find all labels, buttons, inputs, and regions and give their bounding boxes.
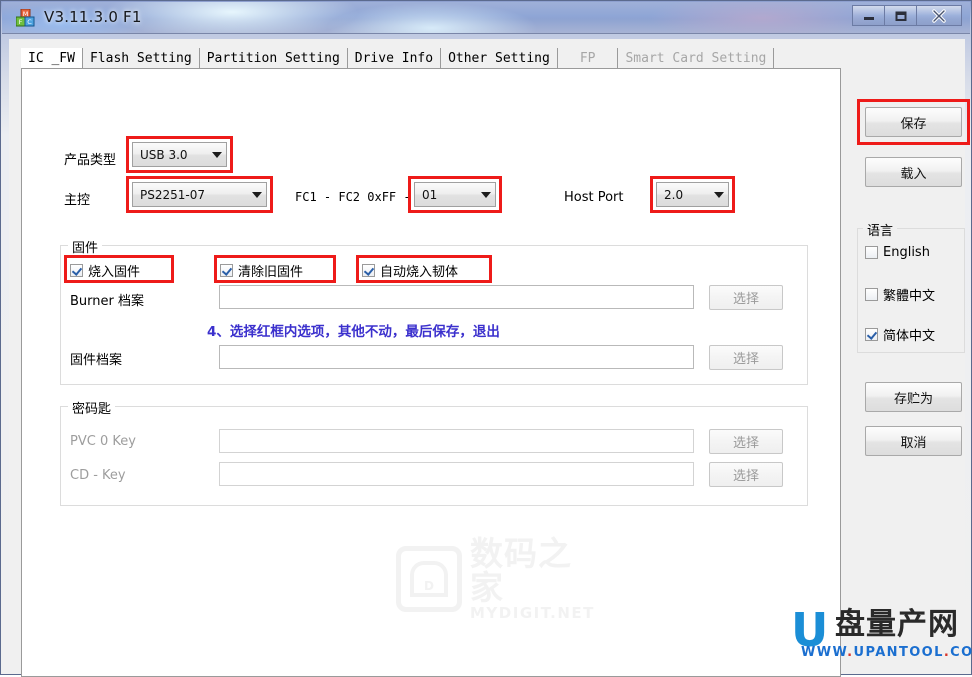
burner-file-input[interactable] xyxy=(219,285,694,309)
tab-flash-setting[interactable]: Flash Setting xyxy=(82,48,200,69)
title-bar: M F C V3.11.3.0 F1 xyxy=(2,2,970,34)
product-type-value: USB 3.0 xyxy=(140,147,188,162)
checkbox-erase-old-firmware[interactable]: 清除旧固件 xyxy=(220,261,303,280)
burner-file-browse-button[interactable]: 选择 xyxy=(709,285,783,310)
firmware-file-browse-button[interactable]: 选择 xyxy=(709,345,783,370)
product-type-combo[interactable]: USB 3.0 xyxy=(132,142,227,167)
checkbox-auto-burn-firmware-label: 自动烧入韧体 xyxy=(380,265,459,280)
checkbox-auto-burn-firmware[interactable]: 自动烧入韧体 xyxy=(362,261,458,280)
maximize-icon xyxy=(895,11,906,21)
tab-strip: IC _FW Flash Setting Partition Setting D… xyxy=(21,47,853,69)
cancel-button[interactable]: 取消 xyxy=(865,426,962,456)
tab-drive-info[interactable]: Drive Info xyxy=(347,48,442,69)
host-port-value: 2.0 xyxy=(664,187,684,202)
password-group-title: 密码匙 xyxy=(68,398,116,417)
close-button[interactable] xyxy=(916,5,962,26)
language-checkbox-simplified-chinese[interactable]: 简体中文 xyxy=(865,325,935,344)
checkbox-auto-burn-firmware-box xyxy=(362,264,375,277)
pvc-key-input xyxy=(219,429,694,453)
cd-key-browse-button: 选择 xyxy=(709,462,783,487)
cd-key-input xyxy=(219,462,694,486)
language-checkbox-traditional-chinese[interactable]: 繁體中文 xyxy=(865,285,935,304)
maximize-button[interactable] xyxy=(884,5,917,26)
tab-partition-setting[interactable]: Partition Setting xyxy=(199,48,348,69)
language-group-title: 语言 xyxy=(863,220,898,239)
save-button[interactable]: 保存 xyxy=(865,107,962,137)
instruction-note: 4、选择红框内选项，其他不动，最后保存，退出 xyxy=(207,324,500,340)
fc-value: 01 xyxy=(422,187,438,202)
burner-file-label: Burner 档案 xyxy=(70,294,144,309)
language-checkbox-english-label: English xyxy=(883,245,930,260)
language-checkbox-traditional-chinese-box xyxy=(865,288,878,301)
tab-fp: FP xyxy=(557,48,619,69)
svg-text:F: F xyxy=(19,18,23,26)
save-as-button[interactable]: 存贮为 xyxy=(865,382,962,412)
fc-value-combo[interactable]: 01 xyxy=(414,182,496,207)
language-checkbox-english[interactable]: English xyxy=(865,245,930,260)
pvc-key-browse-button: 选择 xyxy=(709,429,783,454)
checkbox-burn-firmware-box xyxy=(70,264,83,277)
checkbox-erase-old-firmware-label: 清除旧固件 xyxy=(238,265,304,280)
checkbox-burn-firmware[interactable]: 烧入固件 xyxy=(70,261,140,280)
mfc-app-icon: M F C xyxy=(15,8,35,28)
pvc-key-label: PVC 0 Key xyxy=(70,434,136,449)
mydigit-watermark-en: MYDIGIT.NET xyxy=(470,603,595,622)
chevron-down-icon xyxy=(710,183,728,206)
svg-text:C: C xyxy=(27,18,32,26)
host-port-combo[interactable]: 2.0 xyxy=(656,182,729,207)
controller-label: 主控 xyxy=(64,193,91,208)
language-checkbox-traditional-chinese-label: 繁體中文 xyxy=(883,289,936,304)
firmware-group-title: 固件 xyxy=(68,237,103,256)
minimize-icon xyxy=(863,16,874,20)
close-icon xyxy=(932,8,946,23)
password-group xyxy=(60,406,808,506)
application-window: M F C V3.11.3.0 F1 IC _FW Flash Setting … xyxy=(0,0,972,677)
cd-key-label: CD - Key xyxy=(70,468,126,483)
host-port-label: Host Port xyxy=(564,190,624,205)
mydigit-watermark-cn: 数码之家 xyxy=(470,533,572,607)
tab-ic-fw[interactable]: IC _FW xyxy=(21,48,83,69)
window-frame: M F C V3.11.3.0 F1 IC _FW Flash Setting … xyxy=(0,0,972,677)
language-checkbox-simplified-chinese-label: 简体中文 xyxy=(883,329,936,344)
tab-other-setting[interactable]: Other Setting xyxy=(441,48,558,69)
checkbox-burn-firmware-label: 烧入固件 xyxy=(88,265,141,280)
controller-value: PS2251-07 xyxy=(140,187,205,202)
window-controls xyxy=(852,5,962,26)
mydigit-watermark: D 数码之家 MYDIGIT.NET xyxy=(396,536,596,621)
mydigit-watermark-text: 数码之家 MYDIGIT.NET xyxy=(470,533,596,622)
window-title: V3.11.3.0 F1 xyxy=(44,8,142,26)
language-checkbox-english-box xyxy=(865,246,878,259)
firmware-file-input[interactable] xyxy=(219,345,694,369)
firmware-file-label: 固件档案 xyxy=(70,353,123,368)
client-area: IC _FW Flash Setting Partition Setting D… xyxy=(9,39,970,677)
mydigit-badge-letter: D xyxy=(410,561,448,597)
chevron-down-icon xyxy=(477,183,495,206)
checkbox-erase-old-firmware-box xyxy=(220,264,233,277)
tab-smart-card-setting: Smart Card Setting xyxy=(618,48,775,69)
ic-fw-panel: 产品类型 USB 3.0 主控 PS2251-07 FC1 - FC2 0xFF… xyxy=(21,68,841,677)
controller-combo[interactable]: PS2251-07 xyxy=(132,182,267,207)
load-button[interactable]: 载入 xyxy=(865,157,962,187)
minimize-button[interactable] xyxy=(852,5,885,26)
language-checkbox-simplified-chinese-box xyxy=(865,328,878,341)
mydigit-badge-icon: D xyxy=(396,546,462,612)
fc-range-label: FC1 - FC2 0xFF - xyxy=(295,190,411,204)
chevron-down-icon xyxy=(208,143,226,166)
product-type-label: 产品类型 xyxy=(64,153,117,168)
chevron-down-icon xyxy=(248,183,266,206)
